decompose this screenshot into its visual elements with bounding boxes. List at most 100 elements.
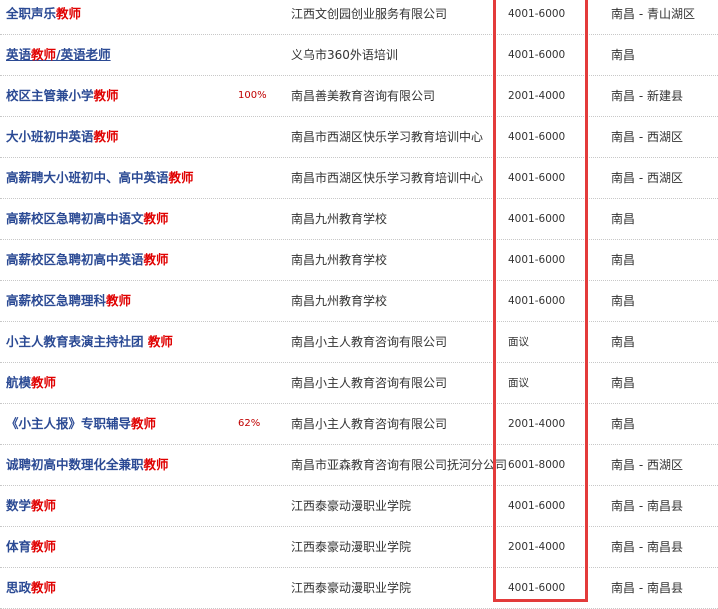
job-location: 南昌 xyxy=(611,335,636,349)
job-location: 南昌 - 西湖区 xyxy=(611,458,683,472)
job-row: 《小主人报》专职辅导教师 62% 南昌小主人教育咨询有限公司 2001-4000… xyxy=(0,404,718,445)
job-title-text: 《小主人报》专职辅导 xyxy=(6,416,132,431)
company-name[interactable]: 南昌小主人教育咨询有限公司 xyxy=(291,322,447,362)
salary-range: 2001-4000 xyxy=(508,541,566,553)
job-title-keyword: 教师 xyxy=(56,6,82,21)
job-location: 南昌 xyxy=(611,212,636,226)
job-location: 南昌 - 南昌县 xyxy=(611,581,683,595)
company-name[interactable]: 江西泰豪动漫职业学院 xyxy=(291,486,411,526)
company-name[interactable]: 南昌九州教育学校 xyxy=(291,281,387,321)
job-title-text: 大小班初中英语 xyxy=(6,129,94,144)
job-title-link[interactable]: 航模教师 xyxy=(6,363,56,403)
company-name[interactable]: 南昌小主人教育咨询有限公司 xyxy=(291,363,447,403)
job-title-text: 航模 xyxy=(6,375,32,390)
company-name[interactable]: 南昌九州教育学校 xyxy=(291,240,387,280)
job-title-keyword: 教师 xyxy=(168,170,194,185)
salary-range: 4001-6000 xyxy=(508,213,566,225)
job-title-text: 体育 xyxy=(6,539,32,554)
job-title-link[interactable]: 高薪校区急聘初高中英语教师 xyxy=(6,240,169,280)
match-percent: 62% xyxy=(238,418,261,429)
company-name[interactable]: 南昌善美教育咨询有限公司 xyxy=(291,76,435,116)
company-name[interactable]: 南昌九州教育学校 xyxy=(291,199,387,239)
salary-range: 4001-6000 xyxy=(508,8,566,20)
job-title-link[interactable]: 校区主管兼小学教师 xyxy=(6,76,119,116)
company-name[interactable]: 江西泰豪动漫职业学院 xyxy=(291,568,411,608)
job-title-keyword: 教师 xyxy=(143,457,169,472)
job-row: 数学教师 江西泰豪动漫职业学院 4001-6000 南昌 - 南昌县 xyxy=(0,486,718,527)
job-title-keyword: 教师 xyxy=(31,375,57,390)
job-location: 南昌 - 新建县 xyxy=(611,89,683,103)
job-title-text: 全职声乐 xyxy=(6,6,57,21)
job-title-link[interactable]: 英语教师/英语老师 xyxy=(6,35,111,75)
job-title-link[interactable]: 思政教师 xyxy=(6,568,56,608)
company-name[interactable]: 南昌市亚森教育咨询有限公司抚河分公司 xyxy=(291,445,507,485)
job-title-keyword: 教师 xyxy=(143,211,169,226)
job-title-link[interactable]: 高薪校区急聘理科教师 xyxy=(6,281,131,321)
job-row: 高薪校区急聘初高中英语教师 南昌九州教育学校 4001-6000 南昌 xyxy=(0,240,718,281)
job-location: 南昌 xyxy=(611,376,636,390)
job-location: 南昌 xyxy=(611,253,636,267)
job-row: 英语教师/英语老师 义乌市360外语培训 4001-6000 南昌 xyxy=(0,35,718,76)
salary-range: 4001-6000 xyxy=(508,254,566,266)
job-title-link[interactable]: 高薪校区急聘初高中语文教师 xyxy=(6,199,169,239)
job-title-text: 高薪校区急聘初高中英语 xyxy=(6,252,144,267)
job-row: 思政教师 江西泰豪动漫职业学院 4001-6000 南昌 - 南昌县 xyxy=(0,568,718,609)
job-row: 全职声乐教师 江西文创园创业服务有限公司 4001-6000 南昌 - 青山湖区 xyxy=(0,0,718,35)
salary-range: 2001-4000 xyxy=(508,90,566,102)
job-title-link[interactable]: 大小班初中英语教师 xyxy=(6,117,119,157)
job-title-keyword: 教师 xyxy=(31,580,57,595)
job-location: 南昌 - 南昌县 xyxy=(611,499,683,513)
company-name[interactable]: 江西文创园创业服务有限公司 xyxy=(291,0,447,34)
job-location: 南昌 - 西湖区 xyxy=(611,130,683,144)
salary-range: 4001-6000 xyxy=(508,582,566,594)
salary-range: 面议 xyxy=(508,336,529,348)
job-title-text: 高薪校区急聘理科 xyxy=(6,293,107,308)
job-title-link[interactable]: 体育教师 xyxy=(6,527,56,567)
job-title-text: 高薪校区急聘初高中语文 xyxy=(6,211,144,226)
job-title-link[interactable]: 《小主人报》专职辅导教师 xyxy=(6,404,156,444)
job-title-suffix: /英语老师 xyxy=(56,47,111,62)
job-title-keyword: 教师 xyxy=(31,47,57,62)
job-row: 体育教师 江西泰豪动漫职业学院 2001-4000 南昌 - 南昌县 xyxy=(0,527,718,568)
job-title-keyword: 教师 xyxy=(143,252,169,267)
job-list: 全职声乐教师 江西文创园创业服务有限公司 4001-6000 南昌 - 青山湖区… xyxy=(0,0,718,609)
salary-range: 2001-4000 xyxy=(508,418,566,430)
job-title-text: 校区主管兼小学 xyxy=(6,88,94,103)
job-row: 诚聘初高中数理化全兼职教师 南昌市亚森教育咨询有限公司抚河分公司 6001-80… xyxy=(0,445,718,486)
company-name[interactable]: 江西泰豪动漫职业学院 xyxy=(291,527,411,567)
job-row: 航模教师 南昌小主人教育咨询有限公司 面议 南昌 xyxy=(0,363,718,404)
job-location: 南昌 xyxy=(611,294,636,308)
salary-range: 4001-6000 xyxy=(508,131,566,143)
job-title-link[interactable]: 诚聘初高中数理化全兼职教师 xyxy=(6,445,169,485)
job-title-keyword: 教师 xyxy=(31,539,57,554)
job-location: 南昌 xyxy=(611,48,636,62)
job-title-link[interactable]: 全职声乐教师 xyxy=(6,0,81,34)
job-title-link[interactable]: 高薪聘大小班初中、高中英语教师 xyxy=(6,158,194,198)
salary-range: 4001-6000 xyxy=(508,500,566,512)
job-title-text: 高薪聘大小班初中、高中英语 xyxy=(6,170,169,185)
salary-range: 4001-6000 xyxy=(508,295,566,307)
job-title-keyword: 教师 xyxy=(93,88,119,103)
job-title-text: 思政 xyxy=(6,580,32,595)
job-title-link[interactable]: 数学教师 xyxy=(6,486,56,526)
job-row: 小主人教育表演主持社团 教师 南昌小主人教育咨询有限公司 面议 南昌 xyxy=(0,322,718,363)
company-name[interactable]: 南昌市西湖区快乐学习教育培训中心 xyxy=(291,117,483,157)
salary-range: 4001-6000 xyxy=(508,49,566,61)
match-percent: 100% xyxy=(238,90,267,101)
job-title-text: 英语 xyxy=(6,47,32,62)
job-row: 高薪校区急聘理科教师 南昌九州教育学校 4001-6000 南昌 xyxy=(0,281,718,322)
job-row: 高薪聘大小班初中、高中英语教师 南昌市西湖区快乐学习教育培训中心 4001-60… xyxy=(0,158,718,199)
job-title-keyword: 教师 xyxy=(93,129,119,144)
company-name[interactable]: 南昌市西湖区快乐学习教育培训中心 xyxy=(291,158,483,198)
job-title-link[interactable]: 小主人教育表演主持社团 教师 xyxy=(6,322,173,362)
job-title-text: 数学 xyxy=(6,498,32,513)
company-name[interactable]: 南昌小主人教育咨询有限公司 xyxy=(291,404,447,444)
job-title-text: 小主人教育表演主持社团 xyxy=(6,334,148,349)
job-location: 南昌 - 南昌县 xyxy=(611,540,683,554)
salary-range: 面议 xyxy=(508,377,529,389)
job-location: 南昌 - 青山湖区 xyxy=(611,7,695,21)
job-title-keyword: 教师 xyxy=(147,334,173,349)
company-name[interactable]: 义乌市360外语培训 xyxy=(291,35,398,75)
job-title-keyword: 教师 xyxy=(31,498,57,513)
job-row: 大小班初中英语教师 南昌市西湖区快乐学习教育培训中心 4001-6000 南昌 … xyxy=(0,117,718,158)
